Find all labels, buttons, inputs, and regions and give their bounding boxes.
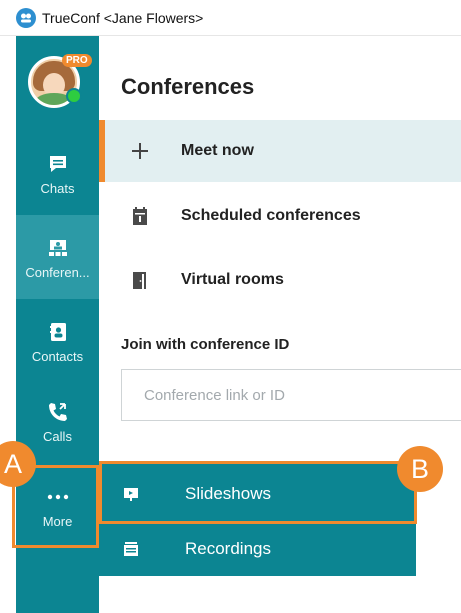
trueconf-logo-icon	[16, 7, 36, 28]
scheduled-conferences-item[interactable]: Scheduled conferences	[99, 185, 461, 247]
sidebar: PRO Chats Conferen... Contacts Calls Mor…	[16, 36, 99, 613]
plus-icon	[129, 140, 151, 162]
join-section-label: Join with conference ID	[121, 336, 290, 353]
contacts-icon	[45, 319, 71, 345]
window-title: TrueConf <Jane Flowers>	[42, 9, 204, 26]
sidebar-item-contacts[interactable]: Contacts	[16, 299, 99, 383]
recordings-item[interactable]: Recordings	[99, 521, 416, 576]
sidebar-item-label: Contacts	[31, 348, 84, 364]
pro-badge: PRO	[62, 54, 92, 67]
window-titlebar: TrueConf <Jane Flowers>	[0, 0, 461, 36]
menu-item-label: Virtual rooms	[181, 271, 284, 288]
door-icon	[129, 269, 151, 291]
popup-item-label: Recordings	[185, 538, 271, 558]
sidebar-item-label: More	[42, 513, 73, 529]
sidebar-item-conferences[interactable]: Conferen...	[16, 215, 99, 299]
slideshow-icon	[121, 484, 141, 504]
sidebar-item-label: Conferen...	[25, 264, 90, 280]
chat-icon	[45, 151, 71, 177]
sidebar-item-label: Calls	[43, 428, 72, 444]
more-popup-menu: Slideshows Recordings	[99, 461, 416, 576]
popup-item-label: Slideshows	[185, 483, 271, 503]
menu-item-label: Meet now	[181, 142, 254, 159]
calls-icon	[45, 399, 71, 425]
meet-now-item[interactable]: Meet now	[99, 120, 461, 182]
conference-id-input[interactable]	[121, 369, 461, 421]
conference-icon	[45, 235, 71, 261]
sidebar-item-chats[interactable]: Chats	[16, 131, 99, 215]
online-status-indicator	[66, 88, 82, 104]
page-title: Conferences	[121, 74, 255, 99]
menu-item-label: Scheduled conferences	[181, 207, 361, 224]
recordings-icon	[121, 539, 141, 559]
slideshows-item[interactable]: Slideshows	[99, 465, 416, 522]
virtual-rooms-item[interactable]: Virtual rooms	[99, 249, 461, 311]
annotation-marker-b: B	[397, 446, 443, 492]
sidebar-item-label: Chats	[40, 180, 75, 196]
more-icon	[45, 484, 71, 510]
calendar-icon	[129, 205, 151, 227]
